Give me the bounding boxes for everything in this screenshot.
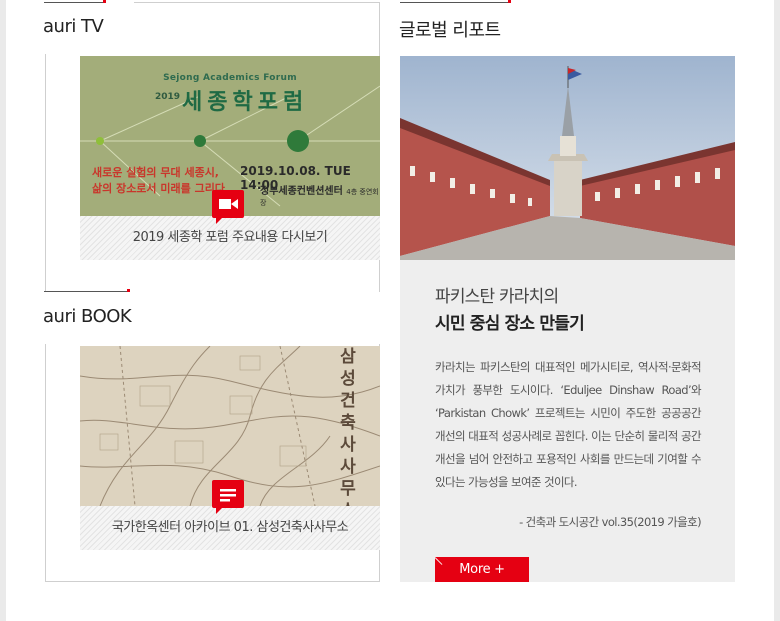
report-section-dot (508, 0, 511, 3)
book-section-rule (44, 291, 128, 292)
report-panel: 파키스탄 카라치의 시민 중심 장소 만들기 카라치는 파키스탄의 대표적인 메… (400, 260, 735, 582)
report-headline[interactable]: 시민 중심 장소 만들기 (435, 309, 585, 334)
fortress-drawing (400, 56, 735, 260)
document-icon (212, 480, 244, 514)
video-camera-icon (212, 190, 244, 224)
report-subtitle: 파키스탄 카라치의 (435, 287, 559, 307)
book-section-dot (127, 289, 130, 292)
report-section-rule (400, 2, 510, 3)
report-fortress-photo[interactable] (400, 56, 735, 260)
report-source: - 건축과 도시공간 vol.35(2019 가을호) (519, 515, 702, 529)
tv-caption-link[interactable]: 2019 세종학 포럼 주요내용 다시보기 (80, 216, 380, 260)
report-body-text: 카라치는 파키스탄의 대표적인 메가시티로, 역사적·문화적 가치가 풍부한 도… (435, 360, 702, 489)
poster-english-title: Sejong Academics Forum (163, 73, 297, 83)
tv-box-left-border (45, 54, 46, 292)
page: auri TV Sejong Academics Forum 2019 세종학포… (6, 0, 774, 621)
book-caption-link[interactable]: 국가한옥센터 아카이브 01. 삼성건축사사무소 (80, 506, 380, 550)
poster-venue: 정부세종컨벤션센터 4층 중연회장 (260, 182, 380, 208)
book-section-title: auri BOOK (43, 306, 132, 327)
more-button[interactable]: More + (435, 557, 529, 582)
poster-year: 2019 (155, 92, 181, 102)
poster-tagline-1: 새로운 실험의 무대 세종시, (92, 166, 219, 179)
poster-tagline-2: 삶의 장소로서 미래를 그리다 (92, 182, 225, 195)
poster-korean-title: 세종학포럼 (182, 90, 309, 115)
report-section-title: 글로벌 리포트 (399, 20, 501, 41)
poster-venue-name: 정부세종컨벤션센터 (260, 186, 343, 197)
book-vertical-title: 삼성건축사사무소 (340, 347, 356, 506)
